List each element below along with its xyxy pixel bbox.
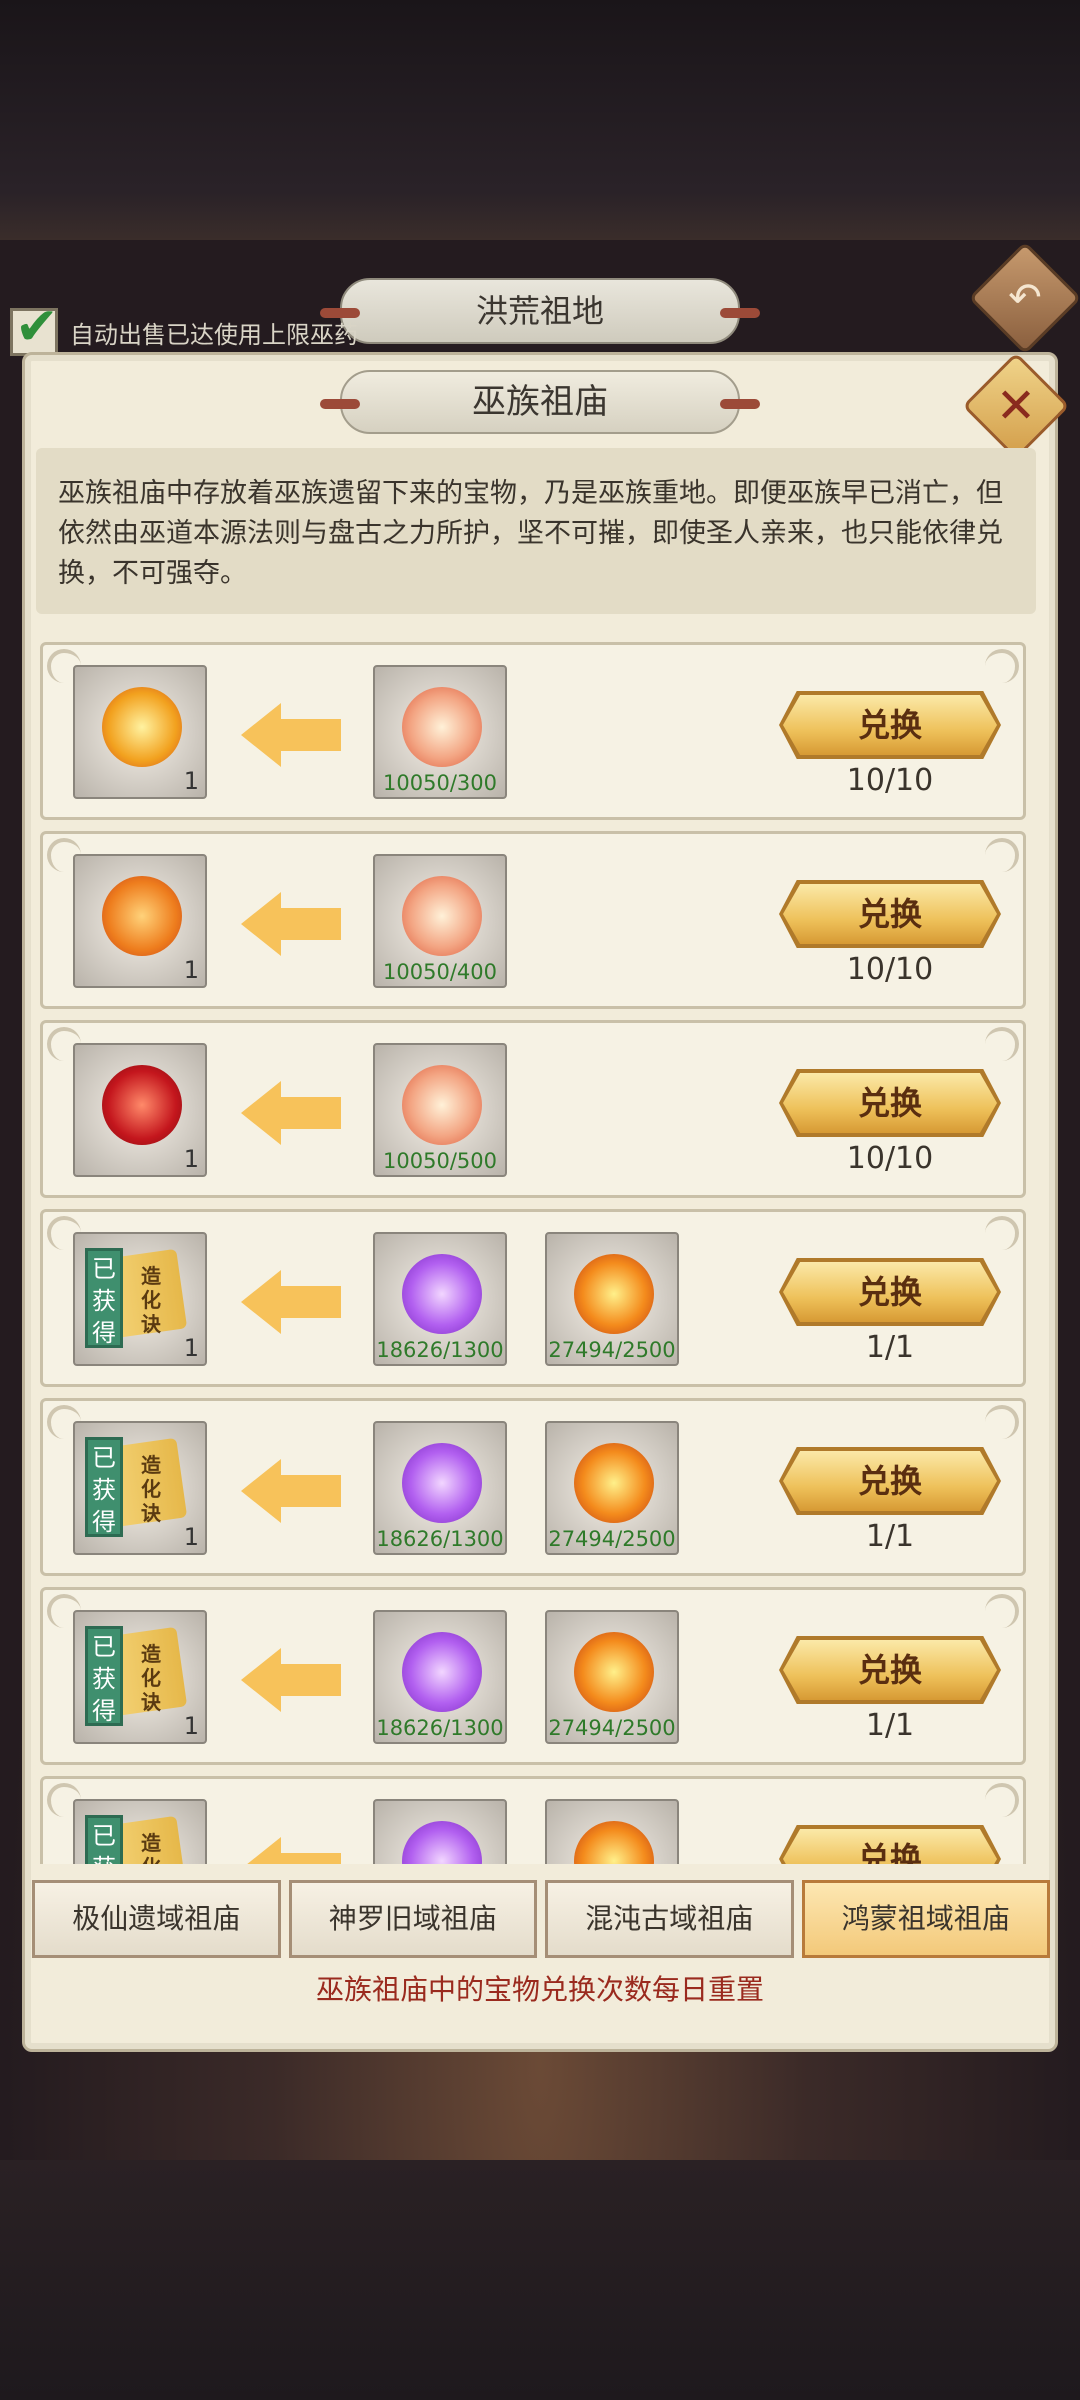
purple-essence-icon bbox=[402, 1632, 482, 1712]
exchange-limit: 10/10 bbox=[846, 1141, 934, 1176]
cost-item[interactable]: 27494/2500 bbox=[545, 1421, 679, 1555]
cost-item[interactable]: 10050/400 bbox=[373, 854, 507, 988]
book-title: 造化诀 bbox=[141, 1642, 161, 1714]
arrow-left-icon bbox=[241, 1077, 341, 1149]
reward-item[interactable]: 造化诀 已获 bbox=[73, 1799, 207, 1864]
top-background bbox=[0, 0, 1080, 240]
exchange-button[interactable]: 兑换 bbox=[783, 1073, 997, 1133]
exchange-button[interactable]: 兑换 bbox=[783, 884, 997, 944]
exchange-limit: 10/10 bbox=[846, 763, 934, 798]
exchange-limit: 10/10 bbox=[846, 952, 934, 987]
purple-essence-icon bbox=[402, 1443, 482, 1523]
exchange-limit: 1/1 bbox=[865, 1519, 915, 1554]
panel-title: 巫族祖庙 bbox=[320, 370, 760, 434]
arrow-left-icon bbox=[241, 1266, 341, 1338]
outer-title: 洪荒祖地 bbox=[320, 278, 760, 344]
orange-treasure-icon bbox=[102, 876, 182, 956]
book-title: 造化诀 bbox=[141, 1453, 161, 1525]
cost-item[interactable]: 18626/1300 bbox=[373, 1421, 507, 1555]
reward-item[interactable]: 造化诀 已获得 1 bbox=[73, 1421, 207, 1555]
flame-cloud-icon bbox=[402, 876, 482, 956]
tab-shenluo[interactable]: 神罗旧域祖庙 bbox=[288, 1880, 537, 1958]
purple-essence-icon bbox=[402, 1254, 482, 1334]
arrow-left-icon bbox=[241, 1644, 341, 1716]
reward-count: 1 bbox=[183, 1712, 199, 1740]
exchange-row: 造化诀 已获 兑换 bbox=[40, 1776, 1026, 1864]
cost-item[interactable]: 27494/2500 bbox=[545, 1610, 679, 1744]
obtained-badge: 已获得 bbox=[85, 1248, 123, 1348]
reward-item[interactable]: 1 bbox=[73, 854, 207, 988]
exchange-button[interactable]: 兑换 bbox=[783, 1451, 997, 1511]
back-arrow-icon: ↶ bbox=[1008, 275, 1042, 321]
book-title: 造化诀 bbox=[141, 1831, 161, 1864]
cost-amount: 27494/2500 bbox=[548, 1527, 676, 1551]
exchange-list[interactable]: 1 10050/300 兑换 10/10 1 10050/400 兑换 10/1… bbox=[40, 642, 1026, 1864]
reward-count: 1 bbox=[183, 767, 199, 795]
arrow-left-icon bbox=[241, 699, 341, 771]
exchange-button[interactable]: 兑换 bbox=[783, 1829, 997, 1864]
exchange-row: 1 10050/400 兑换 10/10 bbox=[40, 831, 1026, 1009]
fire-essence-icon bbox=[574, 1254, 654, 1334]
auto-sell-label: 自动出售已达使用上限巫药 bbox=[70, 320, 358, 349]
arrow-left-icon bbox=[241, 1833, 341, 1864]
reward-count: 1 bbox=[183, 1145, 199, 1173]
exchange-row: 造化诀 已获得 1 18626/1300 27494/2500 兑换 1/1 bbox=[40, 1209, 1026, 1387]
fire-essence-icon bbox=[574, 1632, 654, 1712]
auto-sell-checkbox[interactable] bbox=[10, 297, 59, 357]
reward-item[interactable]: 1 bbox=[73, 665, 207, 799]
arrow-left-icon bbox=[241, 888, 341, 960]
reward-count: 1 bbox=[183, 1523, 199, 1551]
temple-tabs: 极仙遗域祖庙 神罗旧域祖庙 混沌古域祖庙 鸿蒙祖域祖庙 bbox=[32, 1880, 1050, 1958]
cost-item[interactable]: 27494/2500 bbox=[545, 1232, 679, 1366]
cost-item[interactable]: 10050/500 bbox=[373, 1043, 507, 1177]
cost-amount: 27494/2500 bbox=[548, 1338, 676, 1362]
cost-amount: 18626/1300 bbox=[376, 1527, 504, 1551]
obtained-badge: 已获得 bbox=[85, 1437, 123, 1537]
exchange-row: 1 10050/500 兑换 10/10 bbox=[40, 1020, 1026, 1198]
exchange-limit: 1/1 bbox=[865, 1708, 915, 1743]
tab-jixian[interactable]: 极仙遗域祖庙 bbox=[32, 1880, 281, 1958]
exchange-button[interactable]: 兑换 bbox=[783, 695, 997, 755]
exchange-limit: 1/1 bbox=[865, 1330, 915, 1365]
red-treasure-icon bbox=[102, 1065, 182, 1145]
cost-item[interactable] bbox=[373, 1799, 507, 1864]
cost-amount: 18626/1300 bbox=[376, 1716, 504, 1740]
book-title: 造化诀 bbox=[141, 1264, 161, 1336]
reward-count: 1 bbox=[183, 1334, 199, 1362]
reward-item[interactable]: 造化诀 已获得 1 bbox=[73, 1232, 207, 1366]
cost-amount: 18626/1300 bbox=[376, 1338, 504, 1362]
close-icon: ✕ bbox=[995, 378, 1037, 434]
footer-note: 巫族祖庙中的宝物兑换次数每日重置 bbox=[315, 1973, 764, 2006]
obtained-badge: 已获 bbox=[85, 1815, 123, 1864]
exchange-row: 造化诀 已获得 1 18626/1300 27494/2500 兑换 1/1 bbox=[40, 1587, 1026, 1765]
exchange-button[interactable]: 兑换 bbox=[783, 1262, 997, 1322]
obtained-badge: 已获得 bbox=[85, 1626, 123, 1726]
fire-essence-icon bbox=[574, 1821, 654, 1864]
gold-treasure-icon bbox=[102, 687, 182, 767]
panel-description: 巫族祖庙中存放着巫族遗留下来的宝物，乃是巫族重地。即便巫族早已消亡，但依然由巫道… bbox=[36, 448, 1036, 614]
cost-item[interactable]: 10050/300 bbox=[373, 665, 507, 799]
cost-item[interactable]: 18626/1300 bbox=[373, 1610, 507, 1744]
bottom-background bbox=[0, 2160, 1080, 2400]
reward-item[interactable]: 1 bbox=[73, 1043, 207, 1177]
flame-cloud-icon bbox=[402, 1065, 482, 1145]
exchange-row: 1 10050/300 兑换 10/10 bbox=[40, 642, 1026, 820]
reward-count: 1 bbox=[183, 956, 199, 984]
tab-hongmeng[interactable]: 鸿蒙祖域祖庙 bbox=[801, 1880, 1050, 1958]
cost-amount: 10050/500 bbox=[383, 1149, 497, 1173]
cost-amount: 10050/400 bbox=[383, 960, 497, 984]
flame-cloud-icon bbox=[402, 687, 482, 767]
arrow-left-icon bbox=[241, 1455, 341, 1527]
exchange-button[interactable]: 兑换 bbox=[783, 1640, 997, 1700]
purple-essence-icon bbox=[402, 1821, 482, 1864]
fire-essence-icon bbox=[574, 1443, 654, 1523]
auto-sell-toggle[interactable]: 自动出售已达使用上限巫药 bbox=[10, 297, 358, 357]
cost-item[interactable] bbox=[545, 1799, 679, 1864]
cost-item[interactable]: 18626/1300 bbox=[373, 1232, 507, 1366]
cost-amount: 10050/300 bbox=[383, 771, 497, 795]
cost-amount: 27494/2500 bbox=[548, 1716, 676, 1740]
reward-item[interactable]: 造化诀 已获得 1 bbox=[73, 1610, 207, 1744]
exchange-row: 造化诀 已获得 1 18626/1300 27494/2500 兑换 1/1 bbox=[40, 1398, 1026, 1576]
tab-hundun[interactable]: 混沌古域祖庙 bbox=[545, 1880, 794, 1958]
